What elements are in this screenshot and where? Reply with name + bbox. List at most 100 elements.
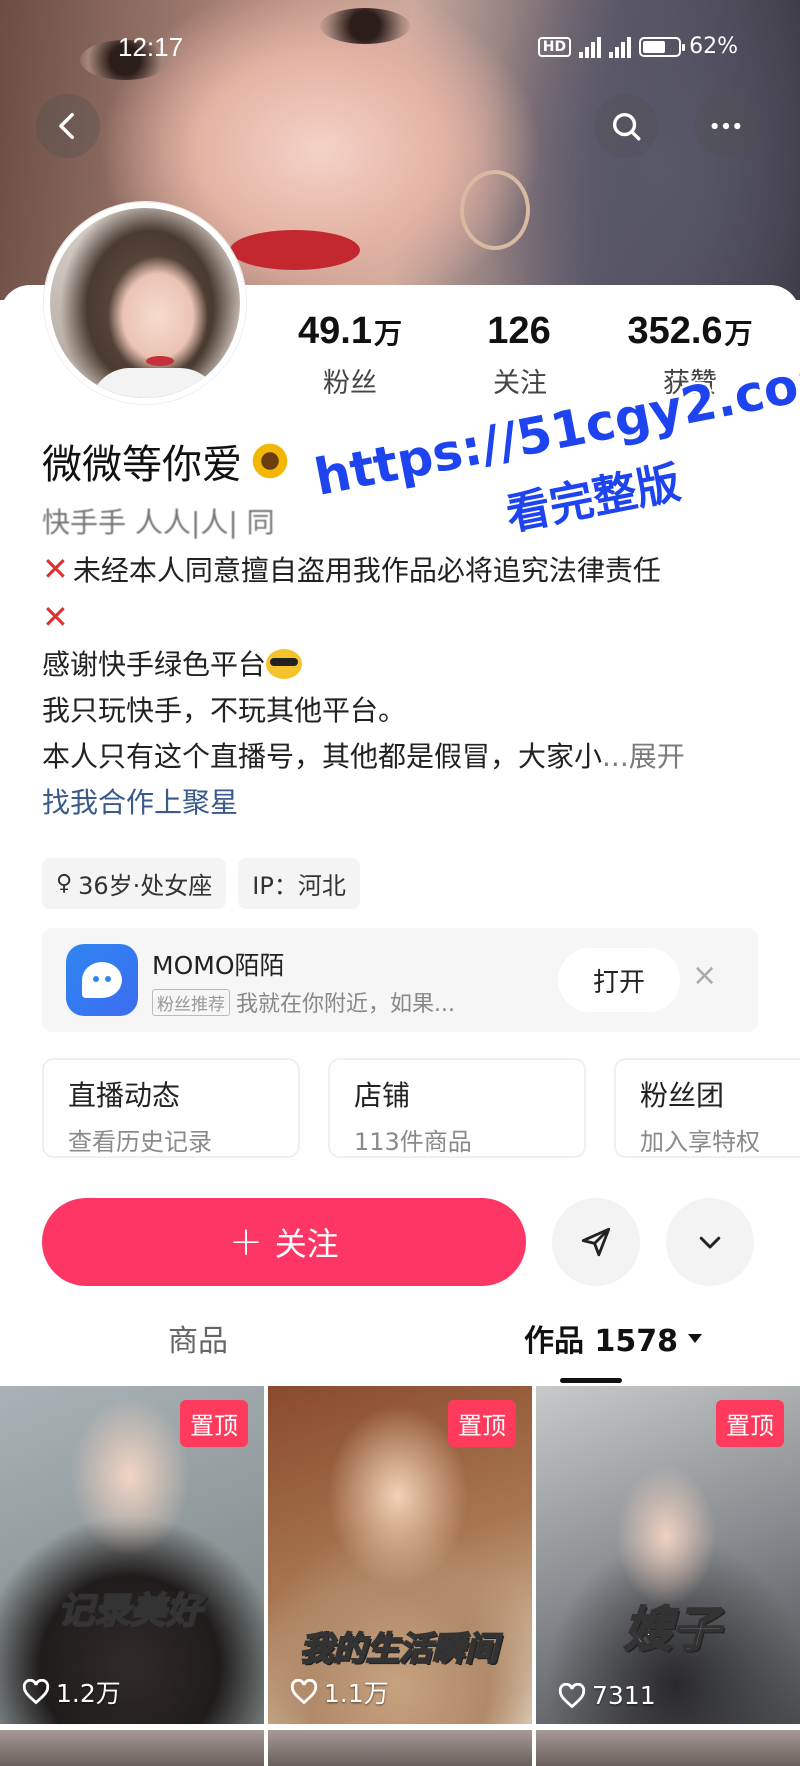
- video-thumbnail-partial[interactable]: [268, 1730, 532, 1766]
- battery-icon: [639, 36, 686, 57]
- follow-button[interactable]: + 关注: [42, 1198, 526, 1286]
- video-likes-count: 1.2万: [56, 1679, 121, 1708]
- ad-open-button[interactable]: 打开: [558, 948, 680, 1012]
- feature-fan-club-sub: 加入享特权: [640, 1128, 760, 1156]
- hd-icon: HD: [537, 36, 572, 57]
- stat-likes-value: 352.6万: [610, 310, 770, 353]
- caret-down-icon: [687, 1334, 702, 1343]
- plus-icon: +: [229, 1219, 263, 1265]
- bio-line-2-text: 未经本人同意擅自盗用我作品必将追究法律责任: [72, 554, 661, 587]
- status-time: 12:17: [118, 32, 184, 62]
- bio-line-4: 我只玩快手，不玩其他平台。: [42, 694, 407, 727]
- video-overlay-text: 我的生活瞬间: [299, 1628, 499, 1669]
- pinned-badge: 置顶: [448, 1400, 516, 1447]
- search-button[interactable]: [594, 94, 658, 158]
- more-options-button[interactable]: [666, 1198, 754, 1286]
- video-likes: 1.2万: [22, 1674, 121, 1710]
- stat-followers-number: 49.1: [298, 310, 372, 352]
- bio-line-2b: ✕: [42, 594, 772, 642]
- avatar-lips: [146, 356, 174, 366]
- bio-line-3-text: 感谢快手绿色平台: [42, 648, 267, 681]
- video-thumbnail[interactable]: 置顶 嫂子 7311: [536, 1386, 800, 1724]
- heart-icon: [290, 1679, 318, 1705]
- bio-expand-link[interactable]: 展开: [629, 740, 685, 773]
- feature-fan-club-title: 粉丝团: [640, 1079, 725, 1112]
- bio-line-5: 本人只有这个直播号，其他都是假冒，大家小...展开: [42, 734, 772, 780]
- tab-works[interactable]: 作品 1578: [524, 1316, 704, 1360]
- username: 微微等你爱: [42, 432, 290, 490]
- profile-bio[interactable]: 快手手 人人|人| 同 ✕ 未经本人同意擅自盗用我作品必将追究法律责任 ✕ 感谢快…: [42, 500, 772, 826]
- feature-row: 直播动态 查看历史记录 店铺 113件商品 粉丝团 加入享特权: [42, 1058, 800, 1162]
- recommendation-card[interactable]: MOMO陌陌 粉丝推荐 我就在你附近，如果... 打开 ×: [42, 928, 758, 1032]
- tab-goods[interactable]: 商品: [168, 1316, 228, 1360]
- ad-title: MOMO陌陌: [152, 951, 285, 980]
- back-button[interactable]: [36, 94, 100, 158]
- search-icon: [612, 112, 641, 141]
- feature-live-history-sub: 查看历史记录: [68, 1128, 212, 1156]
- pinned-badge: 置顶: [180, 1400, 248, 1447]
- ad-badge: 粉丝推荐: [152, 988, 230, 1016]
- tag-ip-location: IP：河北: [238, 858, 360, 909]
- stat-likes-unit: 万: [724, 318, 753, 349]
- stat-following[interactable]: 126 关注: [440, 310, 600, 400]
- stat-followers-unit: 万: [373, 318, 402, 349]
- username-text: 微微等你爱: [42, 442, 242, 488]
- pinned-badge: 置顶: [716, 1400, 784, 1447]
- tag-age-zodiac: ♀ 36岁·处女座: [42, 858, 227, 909]
- stat-followers-label: 粉丝: [323, 368, 377, 399]
- more-button[interactable]: [694, 94, 758, 158]
- stat-following-label: 关注: [493, 368, 547, 399]
- video-thumbnail-partial[interactable]: [536, 1730, 800, 1766]
- follow-label: 关注: [274, 1225, 339, 1263]
- video-likes-count: 1.1万: [324, 1679, 389, 1708]
- stat-following-number: 126: [487, 310, 551, 352]
- feature-shop-title: 店铺: [354, 1079, 411, 1112]
- feature-fan-club[interactable]: 粉丝团 加入享特权: [614, 1058, 800, 1158]
- chevron-left-icon: [59, 112, 74, 140]
- more-dots-icon: [711, 122, 741, 130]
- stat-following-value: 126: [440, 310, 600, 353]
- bio-ellipsis: ...: [602, 740, 629, 773]
- feature-live-history[interactable]: 直播动态 查看历史记录: [42, 1058, 300, 1158]
- feature-shop-sub: 113件商品: [354, 1128, 472, 1156]
- sunglasses-emoji-icon: [266, 649, 303, 679]
- tab-active-indicator: [560, 1378, 622, 1383]
- stat-followers[interactable]: 49.1万 粉丝: [270, 310, 430, 400]
- share-button[interactable]: [552, 1198, 640, 1286]
- tag-ip-location-text: IP：河北: [252, 872, 346, 900]
- bio-line-2: ✕ 未经本人同意擅自盗用我作品必将追究法律责任: [42, 546, 772, 594]
- close-icon[interactable]: ×: [692, 958, 717, 993]
- female-icon: ♀: [56, 871, 73, 896]
- video-thumbnail[interactable]: 置顶 我的生活瞬间 1.1万: [268, 1386, 532, 1724]
- banner-earring: [460, 170, 530, 250]
- video-thumbnail[interactable]: 置顶 记录美好 1.2万: [0, 1386, 264, 1724]
- stat-likes-number: 352.6: [627, 310, 723, 352]
- banner-lips: [230, 230, 360, 270]
- red-x-icon: ✕: [42, 550, 69, 588]
- bio-line-3: 感谢快手绿色平台: [42, 642, 772, 688]
- video-overlay-text: 记录美好: [57, 1590, 203, 1633]
- avatar[interactable]: [44, 202, 246, 404]
- video-overlay-text: 嫂子: [623, 1601, 721, 1659]
- feature-shop[interactable]: 店铺 113件商品: [328, 1058, 586, 1158]
- video-grid-next-row: [0, 1730, 800, 1766]
- sunflower-icon: [250, 441, 290, 481]
- status-bar: 12:17 HD 62%: [0, 30, 800, 70]
- profile-tags: ♀ 36岁·处女座 IP：河北: [42, 858, 360, 909]
- send-icon: [581, 1227, 611, 1257]
- bio-line-5-text: 本人只有这个直播号，其他都是假冒，大家小: [42, 740, 603, 773]
- tab-works-label: 作品 1578: [524, 1324, 678, 1359]
- bio-cooperation-link[interactable]: 找我合作上聚星: [42, 780, 772, 826]
- video-thumbnail-partial[interactable]: [0, 1730, 264, 1766]
- stat-followers-value: 49.1万: [270, 310, 430, 353]
- heart-icon: [22, 1679, 50, 1705]
- battery-percent: 62%: [689, 34, 738, 59]
- signal-icon: [579, 36, 602, 58]
- content-tabs: 商品 作品 1578: [0, 1316, 800, 1386]
- red-x-icon-2: ✕: [42, 598, 69, 636]
- tag-age-zodiac-text: 36岁·处女座: [78, 872, 213, 900]
- ad-subtitle: 粉丝推荐 我就在你附近，如果...: [152, 986, 455, 1018]
- heart-icon: [558, 1682, 586, 1708]
- ad-subtitle-text: 我就在你附近，如果...: [236, 992, 455, 1017]
- signal-icon-2: [609, 36, 632, 58]
